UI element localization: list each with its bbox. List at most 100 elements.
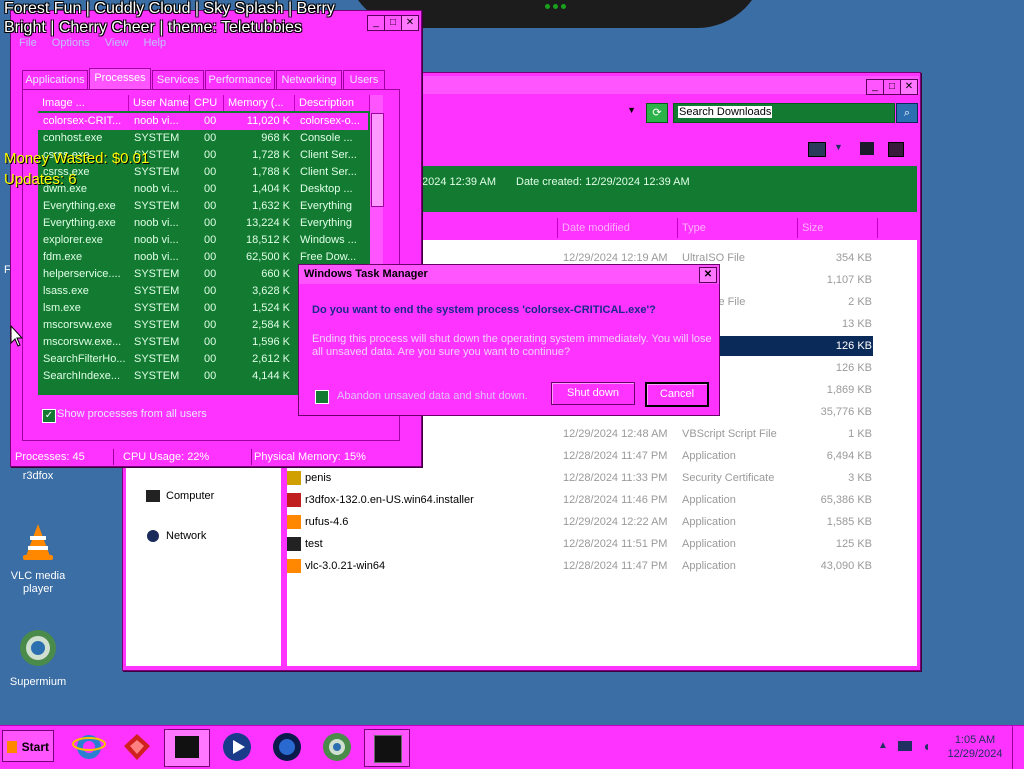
process-mem: 4,144 K: [252, 370, 290, 382]
process-row[interactable]: conhost.exe SYSTEM 00 968 K Console ...: [38, 130, 368, 147]
process-user: SYSTEM: [134, 302, 180, 314]
file-date: 12/29/2024 12:22 AM: [563, 516, 668, 528]
file-row[interactable]: r3dfox-132.0.en-US.win64.installer 12/28/…: [287, 490, 917, 512]
browser-icon[interactable]: [270, 730, 304, 764]
clock[interactable]: 1:05 AM 12/29/2024: [940, 733, 1010, 761]
column-size[interactable]: Size: [798, 218, 878, 238]
file-row[interactable]: vlc-3.0.21-win64 12/28/2024 11:47 PM Appli…: [287, 556, 917, 578]
tab-services[interactable]: Services: [152, 70, 204, 90]
file-type: Application: [682, 494, 736, 506]
nav-computer[interactable]: Computer: [166, 490, 214, 502]
show-desktop-button[interactable]: [1012, 726, 1024, 769]
menu-view[interactable]: View: [105, 37, 129, 49]
led-indicator: [561, 4, 566, 9]
process-cpu: 00: [204, 132, 217, 144]
minimize-button[interactable]: _: [866, 79, 884, 95]
process-image: SearchFilterHo...: [43, 353, 126, 365]
file-row[interactable]: test 12/28/2024 11:51 PM Application 125 KB: [287, 534, 917, 556]
file-size: 65,386 KB: [820, 494, 872, 506]
clock-date: 12/29/2024: [947, 748, 1003, 760]
cancel-button[interactable]: Cancel: [645, 382, 709, 407]
process-image: lsm.exe: [43, 302, 81, 314]
column-type[interactable]: Type: [678, 218, 798, 238]
process-mem: 660 K: [261, 268, 290, 280]
show-all-checkbox[interactable]: ✓: [42, 409, 56, 423]
desktop-icon-vlc[interactable]: VLC media player: [3, 522, 73, 596]
process-desc: Everything: [300, 200, 352, 212]
refresh-icon[interactable]: ⟳: [646, 103, 668, 123]
column-name[interactable]: [420, 218, 558, 238]
tab-applications[interactable]: Applications: [22, 70, 88, 90]
process-row[interactable]: dwm.exe noob vi... 00 1,404 K Desktop ...: [38, 181, 368, 198]
nav-network[interactable]: Network: [166, 530, 206, 542]
address-bar[interactable]: ▼: [420, 102, 640, 122]
tab-processes[interactable]: Processes: [89, 68, 151, 90]
maximize-button[interactable]: □: [883, 79, 901, 95]
menu-help[interactable]: Help: [144, 37, 167, 49]
process-user: noob vi...: [134, 251, 179, 263]
tab-networking[interactable]: Networking: [276, 70, 342, 90]
process-user: SYSTEM: [134, 370, 180, 382]
start-button[interactable]: Start: [2, 730, 54, 762]
close-button[interactable]: ✕: [699, 267, 717, 283]
process-row[interactable]: colorsex-CRIT... noob vi... 00 11,020 K colo…: [38, 113, 368, 130]
supermium-icon[interactable]: [320, 730, 354, 764]
column-user[interactable]: User Name: [129, 95, 190, 111]
taskbar-app-window[interactable]: [364, 729, 410, 767]
process-image: fdm.exe: [43, 251, 83, 263]
column-memory[interactable]: Memory (...: [224, 95, 295, 111]
menu-file[interactable]: File: [19, 37, 37, 49]
internet-explorer-icon[interactable]: [72, 730, 106, 764]
help-icon[interactable]: [888, 142, 904, 157]
show-all-label: Show processes from all users: [57, 408, 207, 420]
chevron-down-icon[interactable]: ▼: [627, 105, 636, 115]
status-cpu: CPU Usage: 22%: [123, 449, 252, 465]
media-player-icon[interactable]: [220, 730, 254, 764]
taskbar-active-app[interactable]: [164, 729, 210, 767]
process-image: lsass.exe: [43, 285, 89, 297]
tab-users[interactable]: Users: [343, 70, 385, 90]
overlay-line1: Forest Fun | Cuddly Cloud | Sky Splash |…: [4, 0, 335, 17]
scrollbar-thumb[interactable]: [371, 113, 384, 207]
chevron-down-icon[interactable]: ▼: [834, 142, 843, 152]
speaker-icon[interactable]: ◖: [922, 738, 930, 754]
abandon-checkbox[interactable]: [315, 390, 329, 404]
shutdown-button[interactable]: Shut down: [551, 382, 635, 405]
file-row[interactable]: rufus-4.6 12/29/2024 12:22 AM Application 1…: [287, 512, 917, 534]
process-cpu: 00: [204, 200, 217, 212]
column-description[interactable]: Description: [295, 95, 370, 111]
monitor-icon[interactable]: [898, 741, 912, 751]
close-button[interactable]: ✕: [401, 15, 419, 31]
file-icon: [287, 471, 301, 485]
view-icon[interactable]: [808, 142, 826, 157]
process-cpu: 00: [204, 268, 217, 280]
column-image[interactable]: Image ...: [38, 95, 129, 111]
column-date-modified[interactable]: Date modified: [558, 218, 678, 238]
end-process-dialog[interactable]: Windows Task Manager ✕ Do you want to en…: [298, 264, 720, 416]
r3dfox-icon[interactable]: [120, 730, 154, 764]
file-row[interactable]: penis 12/28/2024 11:33 PM Security Certifi…: [287, 468, 917, 490]
tab-performance[interactable]: Performance: [205, 70, 275, 90]
preview-pane-icon[interactable]: [860, 142, 874, 155]
chevron-up-icon[interactable]: ▲: [878, 740, 888, 751]
menu-options[interactable]: Options: [52, 37, 90, 49]
minimize-button[interactable]: _: [367, 15, 385, 31]
process-row[interactable]: Everything.exe noob vi... 00 13,224 K Everyt…: [38, 215, 368, 232]
file-date: 12/28/2024 11:33 PM: [563, 472, 668, 484]
process-mem: 1,788 K: [252, 166, 290, 178]
search-icon[interactable]: ⌕: [896, 103, 918, 123]
search-input[interactable]: Search Downloads: [673, 103, 895, 123]
process-cpu: 00: [204, 183, 217, 195]
desktop-icon-supermium[interactable]: Supermium: [3, 628, 73, 689]
process-row[interactable]: Everything.exe SYSTEM 00 1,632 K Everything: [38, 198, 368, 215]
close-button[interactable]: ✕: [900, 79, 918, 95]
process-mem: 1,632 K: [252, 200, 290, 212]
maximize-button[interactable]: □: [384, 15, 402, 31]
file-type: VBScript Script File: [682, 428, 777, 440]
desktop-icon-r3dfox[interactable]: r3dfox: [3, 470, 73, 483]
file-size: 1,107 KB: [826, 274, 872, 286]
file-icon: [287, 537, 301, 551]
process-row[interactable]: explorer.exe noob vi... 00 18,512 K Windows …: [38, 232, 368, 249]
column-cpu[interactable]: CPU: [190, 95, 224, 111]
abandon-label: Abandon unsaved data and shut down.: [337, 390, 528, 402]
